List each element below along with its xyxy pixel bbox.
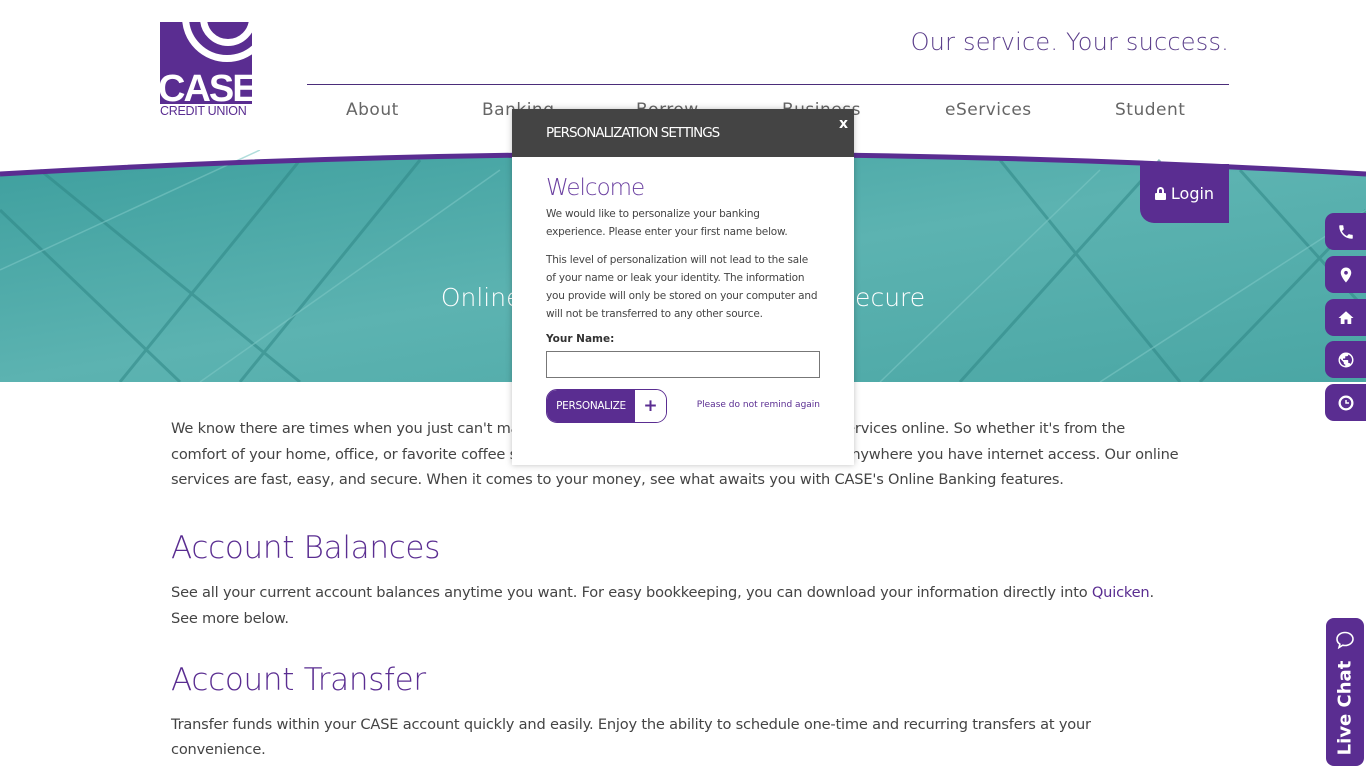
quicken-link[interactable]: Quicken xyxy=(1092,584,1150,601)
nav-eservices[interactable]: eServices xyxy=(945,100,1032,120)
logo-mark: CASE xyxy=(160,22,252,104)
live-chat-button[interactable]: Live Chat xyxy=(1326,618,1364,766)
personalize-button[interactable]: PERSONALIZE + xyxy=(546,389,667,423)
map-marker-icon xyxy=(1340,267,1351,282)
location-button[interactable] xyxy=(1325,256,1366,293)
lock-icon xyxy=(1154,187,1166,200)
section-title-account-transfer: Account Transfer xyxy=(171,661,426,698)
phone-button[interactable] xyxy=(1325,213,1366,250)
home-button[interactable] xyxy=(1325,299,1366,336)
login-label: Login xyxy=(1170,184,1215,203)
modal-intro-text: We would like to personalize your bankin… xyxy=(546,208,788,238)
nav-divider xyxy=(307,84,1229,85)
close-icon[interactable]: x xyxy=(839,116,848,132)
name-input[interactable] xyxy=(546,351,820,378)
personalize-label: PERSONALIZE xyxy=(547,390,635,422)
nav-student[interactable]: Student xyxy=(1115,100,1185,120)
globe-icon xyxy=(1338,352,1353,367)
section-title-account-balances: Account Balances xyxy=(171,530,441,567)
modal-privacy-text: This level of personalization will not l… xyxy=(546,254,818,320)
modal-title: PERSONALIZATION SETTINGS xyxy=(546,125,720,141)
chat-bubble-icon xyxy=(1336,631,1354,649)
logo-subtitle: CREDIT UNION xyxy=(160,104,247,118)
modal-actions: PERSONALIZE + Please do not remind again xyxy=(546,389,820,423)
case-logo[interactable]: CASE CREDIT UNION xyxy=(160,22,252,118)
login-button[interactable]: Login xyxy=(1140,164,1229,223)
home-icon xyxy=(1338,310,1353,324)
clock-icon xyxy=(1338,395,1353,410)
live-chat-label: Live Chat xyxy=(1334,660,1356,756)
do-not-remind-link[interactable]: Please do not remind again xyxy=(697,400,820,410)
nav-about[interactable]: About xyxy=(346,100,399,120)
hours-button[interactable] xyxy=(1325,384,1366,421)
tagline: Our service. Your success. xyxy=(910,28,1229,56)
plus-icon: + xyxy=(635,390,666,422)
balances-text: See all your current account balances an… xyxy=(171,584,1092,602)
personalization-modal: PERSONALIZATION SETTINGS x Welcome We wo… xyxy=(512,109,854,465)
phone-icon xyxy=(1338,224,1353,239)
section-text-account-balances: See all your current account balances an… xyxy=(171,580,1181,631)
modal-body: Welcome We would like to personalize you… xyxy=(512,157,854,423)
main-content: We know there are times when you just ca… xyxy=(171,416,1181,763)
modal-header: PERSONALIZATION SETTINGS x xyxy=(512,109,854,157)
name-label: Your Name: xyxy=(546,333,615,345)
welcome-heading: Welcome xyxy=(546,175,645,201)
section-text-account-transfer: Transfer funds within your CASE account … xyxy=(171,715,1091,759)
logo-wordmark: CASE xyxy=(160,68,252,104)
globe-button[interactable] xyxy=(1325,341,1366,378)
